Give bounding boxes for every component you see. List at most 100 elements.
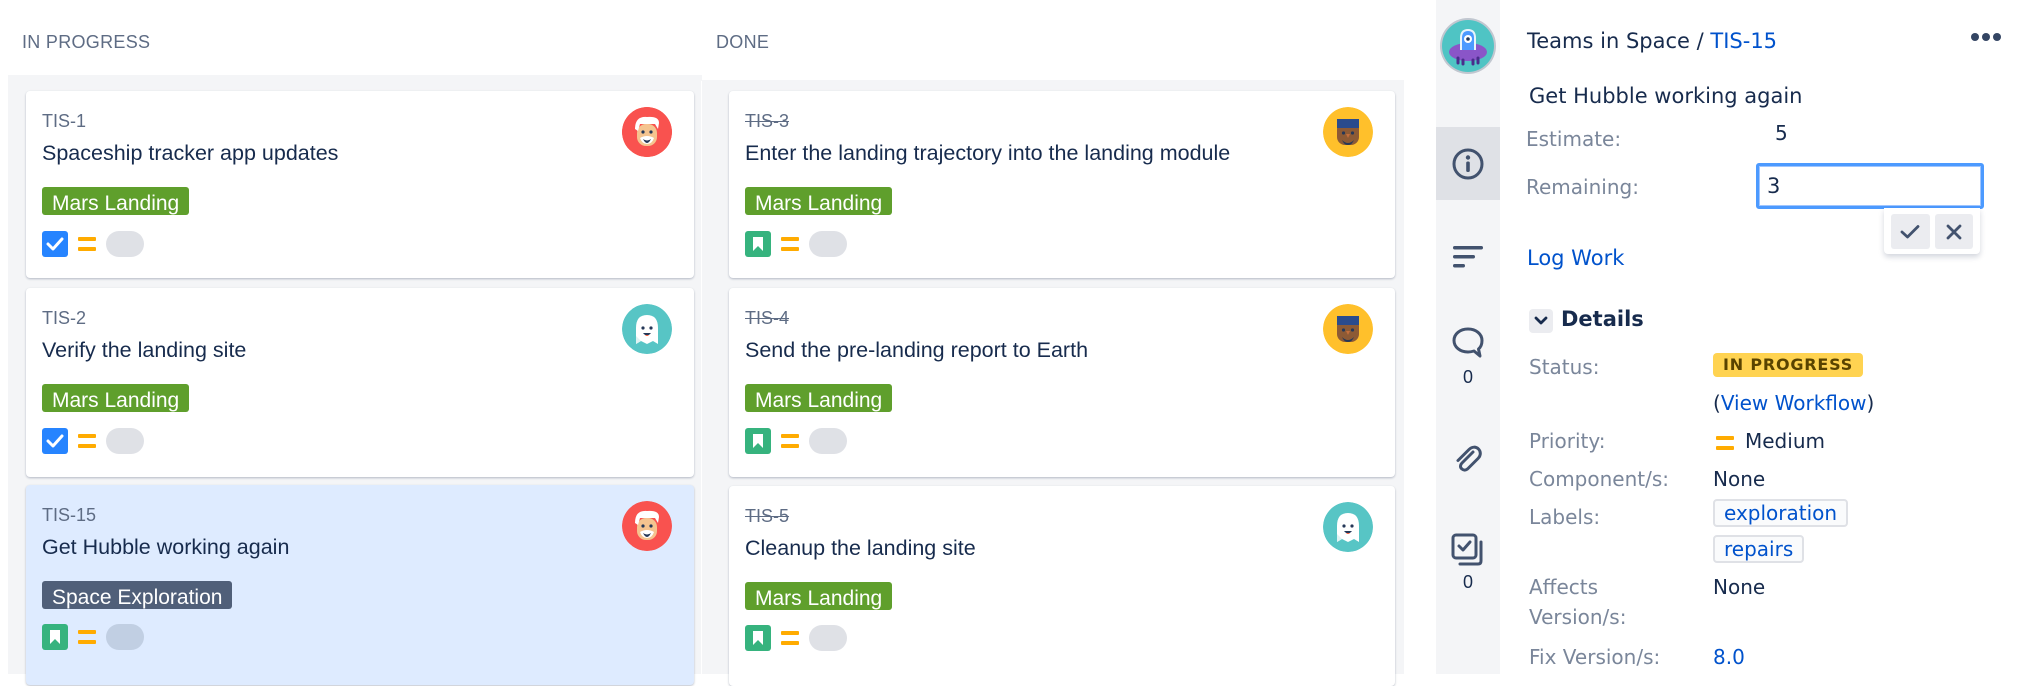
- estimate-pill: [809, 625, 847, 651]
- labels-list: exploration: [1713, 499, 1848, 527]
- project-avatar[interactable]: [1440, 18, 1496, 74]
- issue-summary: Verify the landing site: [42, 338, 246, 363]
- details-heading: Details: [1561, 307, 1644, 331]
- priority-medium-icon: [781, 631, 799, 645]
- issue-key[interactable]: TIS-4: [745, 308, 789, 329]
- estimate-pill: [106, 231, 144, 257]
- label-chip[interactable]: repairs: [1713, 535, 1804, 563]
- task-type-icon: [42, 231, 68, 257]
- remaining-input[interactable]: [1756, 163, 1984, 209]
- chevron-down-icon: [1534, 316, 1548, 326]
- priority-medium-icon: [1716, 436, 1734, 450]
- view-workflow-link[interactable]: View Workflow: [1721, 391, 1867, 415]
- labels-label: Labels:: [1529, 505, 1600, 529]
- issue-summary: Get Hubble working again: [42, 535, 289, 560]
- card-footer: [42, 428, 144, 454]
- column-header-done: DONE: [716, 32, 769, 53]
- estimate-pill: [809, 428, 847, 454]
- estimate-pill: [106, 624, 144, 650]
- assignee-avatar[interactable]: [1323, 107, 1373, 157]
- status-badge[interactable]: IN PROGRESS: [1713, 353, 1863, 377]
- cancel-button[interactable]: [1935, 214, 1974, 249]
- affects-version-label-line2: Version/s:: [1529, 605, 1626, 629]
- priority-medium-icon: [781, 434, 799, 448]
- fix-version-link[interactable]: 8.0: [1713, 645, 1745, 669]
- breadcrumb-issue-key[interactable]: TIS-15: [1710, 29, 1777, 53]
- attachment-icon: [1451, 443, 1485, 477]
- issue-summary-title[interactable]: Get Hubble working again: [1529, 84, 1802, 108]
- estimate-value[interactable]: 5: [1775, 121, 1788, 145]
- panel-sidebar: 0 0: [1436, 0, 1500, 674]
- card-tis-1[interactable]: TIS-1 Spaceship tracker app updates Mars…: [26, 91, 694, 278]
- assignee-avatar[interactable]: [1323, 502, 1373, 552]
- priority-value[interactable]: Medium: [1745, 429, 1825, 453]
- epic-label: Mars Landing: [745, 384, 892, 412]
- priority-medium-icon: [78, 434, 96, 448]
- card-footer: [745, 625, 847, 651]
- card-footer: [745, 231, 847, 257]
- epic-label: Mars Landing: [745, 582, 892, 610]
- epic-label: Space Exploration: [42, 581, 232, 609]
- card-tis-4[interactable]: TIS-4 Send the pre-landing report to Ear…: [729, 288, 1395, 477]
- assignee-avatar[interactable]: [622, 107, 672, 157]
- assignee-avatar[interactable]: [1323, 304, 1373, 354]
- column-gap: [682, 75, 702, 81]
- info-icon: [1451, 147, 1485, 181]
- sidebar-item-attachments[interactable]: [1436, 443, 1500, 477]
- sidebar-item-details[interactable]: [1436, 127, 1500, 200]
- affects-version-value[interactable]: None: [1713, 575, 1765, 599]
- epic-label: Mars Landing: [42, 187, 189, 215]
- issue-key[interactable]: TIS-2: [42, 308, 86, 329]
- confirm-button[interactable]: [1891, 214, 1930, 249]
- fix-version-label: Fix Version/s:: [1529, 645, 1660, 669]
- card-tis-5[interactable]: TIS-5 Cleanup the landing site Mars Land…: [729, 486, 1395, 686]
- issue-summary: Send the pre-landing report to Earth: [745, 338, 1088, 363]
- breadcrumb-separator: /: [1697, 29, 1704, 53]
- story-type-icon: [745, 428, 771, 454]
- check-icon: [1900, 224, 1920, 240]
- task-type-icon: [42, 428, 68, 454]
- breadcrumb: Teams in Space / TIS-15: [1527, 29, 1777, 53]
- issue-key[interactable]: TIS-1: [42, 111, 86, 132]
- column-header-in-progress: IN PROGRESS: [22, 32, 150, 53]
- remaining-label: Remaining:: [1526, 175, 1639, 199]
- sidebar-item-description[interactable]: [1436, 237, 1500, 277]
- estimate-pill: [809, 231, 847, 257]
- paren-close: ): [1866, 391, 1874, 415]
- assignee-avatar[interactable]: [622, 501, 672, 551]
- issue-key[interactable]: TIS-3: [745, 111, 789, 132]
- issue-summary: Spaceship tracker app updates: [42, 141, 338, 166]
- epic-label: Mars Landing: [745, 187, 892, 215]
- more-actions-button[interactable]: [1971, 30, 2007, 44]
- log-work-link[interactable]: Log Work: [1527, 246, 1624, 270]
- issue-summary: Enter the landing trajectory into the la…: [745, 141, 1230, 166]
- comment-count: 0: [1463, 367, 1473, 388]
- inline-edit-actions: [1884, 208, 1980, 254]
- card-footer: [42, 231, 144, 257]
- assignee-avatar[interactable]: [622, 304, 672, 354]
- priority-medium-icon: [78, 237, 96, 251]
- description-icon: [1451, 244, 1485, 270]
- priority-medium-icon: [78, 630, 96, 644]
- subtasks-icon: [1450, 532, 1486, 568]
- labels-list-2: repairs: [1713, 535, 1804, 563]
- components-value[interactable]: None: [1713, 467, 1765, 491]
- sidebar-item-subtasks[interactable]: 0: [1436, 532, 1500, 593]
- card-tis-15[interactable]: TIS-15 Get Hubble working again Space Ex…: [26, 485, 694, 685]
- paren-open: (: [1713, 391, 1721, 415]
- estimate-label: Estimate:: [1526, 127, 1621, 151]
- close-icon: [1945, 223, 1963, 241]
- card-tis-2[interactable]: TIS-2 Verify the landing site Mars Landi…: [26, 288, 694, 477]
- project-ufo-icon: [1440, 18, 1496, 74]
- components-label: Component/s:: [1529, 467, 1669, 491]
- breadcrumb-project[interactable]: Teams in Space: [1527, 29, 1690, 53]
- label-chip[interactable]: exploration: [1713, 499, 1848, 527]
- sidebar-item-comments[interactable]: 0: [1436, 325, 1500, 388]
- issue-key[interactable]: TIS-5: [745, 506, 789, 527]
- priority-medium-icon: [781, 237, 799, 251]
- card-tis-3[interactable]: TIS-3 Enter the landing trajectory into …: [729, 91, 1395, 278]
- issue-key[interactable]: TIS-15: [42, 505, 96, 526]
- affects-version-label-line1: Affects: [1529, 575, 1598, 599]
- estimate-pill: [106, 428, 144, 454]
- details-toggle-button[interactable]: [1529, 309, 1553, 333]
